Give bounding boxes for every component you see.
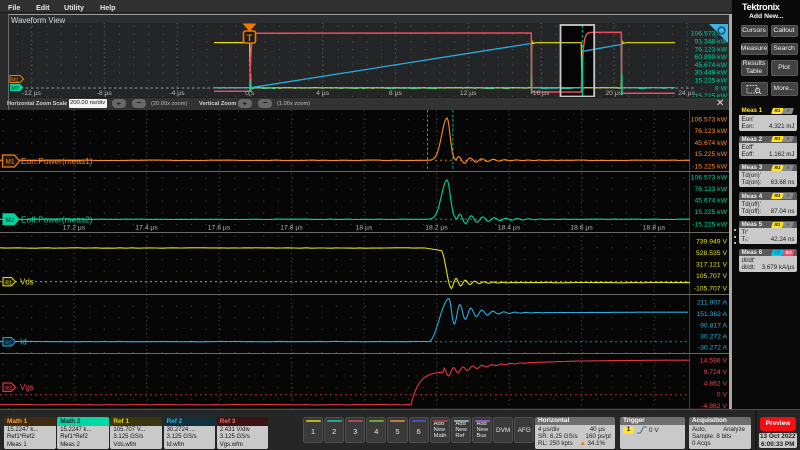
- svg-text:0 W: 0 W: [715, 85, 728, 92]
- svg-text:Vgs: Vgs: [20, 383, 34, 392]
- svg-text:R1: R1: [5, 281, 12, 287]
- svg-text:4 µs: 4 µs: [316, 90, 330, 97]
- svg-text:18.4 µs: 18.4 µs: [498, 225, 521, 232]
- svg-text:60.899 kW: 60.899 kW: [695, 54, 728, 61]
- svg-text:-12 µs: -12 µs: [22, 90, 42, 97]
- svg-text:76.123 kW: 76.123 kW: [695, 186, 728, 193]
- svg-text:45.674 kW: 45.674 kW: [695, 198, 728, 205]
- svg-text:Eon:Power(meas1): Eon:Power(meas1): [21, 156, 93, 166]
- svg-text:17.4 µs: 17.4 µs: [135, 225, 158, 232]
- svg-text:-4 µs: -4 µs: [169, 90, 185, 97]
- svg-text:Vds: Vds: [20, 278, 34, 287]
- svg-text:76.123 kW: 76.123 kW: [695, 128, 728, 135]
- svg-text:8 µs: 8 µs: [389, 90, 403, 97]
- svg-text:Eoff:Power(meas2): Eoff:Power(meas2): [21, 214, 93, 224]
- svg-text:45.674 kW: 45.674 kW: [695, 140, 728, 147]
- svg-text:18.8 µs: 18.8 µs: [643, 225, 666, 232]
- svg-text:18 µs: 18 µs: [356, 225, 373, 232]
- svg-text:-105.707 V: -105.707 V: [694, 286, 728, 293]
- svg-text:17.6 µs: 17.6 µs: [208, 225, 231, 232]
- svg-text:739.949 V: 739.949 V: [696, 238, 727, 245]
- svg-text:15.225 kW: 15.225 kW: [695, 78, 728, 85]
- svg-text:14.586 V: 14.586 V: [700, 358, 728, 365]
- svg-text:M2: M2: [11, 86, 19, 92]
- svg-text:T: T: [247, 33, 253, 43]
- svg-text:30.449 kW: 30.449 kW: [695, 70, 728, 77]
- svg-text:-8 µs: -8 µs: [97, 90, 113, 97]
- svg-text:16 µs: 16 µs: [533, 90, 550, 97]
- svg-text:0 V: 0 V: [717, 392, 728, 399]
- svg-text:30.272 A: 30.272 A: [700, 334, 727, 341]
- svg-text:20 µs: 20 µs: [605, 90, 622, 97]
- svg-text:211.907 A: 211.907 A: [697, 299, 728, 306]
- svg-text:45.674 kW: 45.674 kW: [695, 62, 728, 69]
- svg-text:90.817 A: 90.817 A: [700, 322, 727, 329]
- svg-text:317.121 V: 317.121 V: [696, 261, 727, 268]
- svg-text:-30.272 A: -30.272 A: [698, 345, 728, 352]
- svg-text:M1: M1: [6, 159, 15, 166]
- svg-text:M1: M1: [11, 78, 19, 84]
- svg-text:R3: R3: [5, 386, 12, 392]
- svg-text:91.348 kW: 91.348 kW: [695, 39, 728, 46]
- svg-text:105.707 V: 105.707 V: [696, 273, 727, 280]
- svg-text:4.862 V: 4.862 V: [704, 380, 728, 387]
- svg-text:151.362 A: 151.362 A: [696, 311, 727, 318]
- svg-text:R2: R2: [5, 341, 12, 347]
- svg-text:-15.225 kW: -15.225 kW: [692, 222, 727, 229]
- svg-text:9.724 V: 9.724 V: [704, 369, 728, 376]
- svg-text:M2: M2: [6, 217, 15, 224]
- svg-text:18.2 µs: 18.2 µs: [425, 225, 448, 232]
- svg-text:12 µs: 12 µs: [460, 90, 477, 97]
- svg-text:106.573 kW: 106.573 kW: [691, 175, 728, 182]
- svg-text:0 s: 0 s: [245, 90, 255, 97]
- svg-text:15.225 kW: 15.225 kW: [695, 151, 728, 158]
- svg-text:106.573 kW: 106.573 kW: [691, 117, 728, 124]
- svg-text:528.535 V: 528.535 V: [696, 250, 727, 257]
- svg-text:76.123 kW: 76.123 kW: [695, 46, 728, 53]
- svg-text:17.8 µs: 17.8 µs: [280, 225, 303, 232]
- svg-text:Id: Id: [20, 338, 27, 347]
- svg-text:18.6 µs: 18.6 µs: [570, 225, 593, 232]
- svg-text:17.2 µs: 17.2 µs: [63, 225, 86, 232]
- svg-text:15.225 kW: 15.225 kW: [695, 209, 728, 216]
- svg-text:-15.225 kW: -15.225 kW: [692, 164, 727, 171]
